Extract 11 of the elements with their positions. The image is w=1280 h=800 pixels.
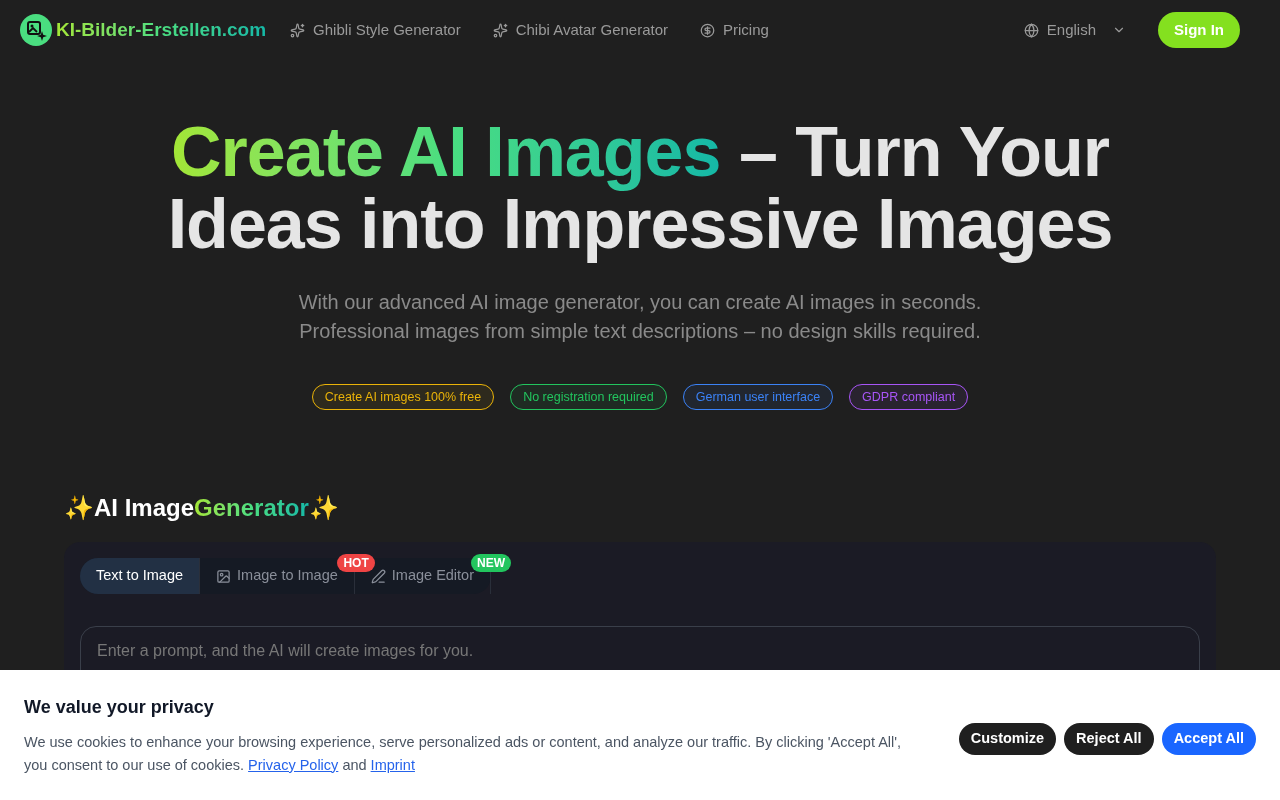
- cookie-text: We use cookies to enhance your browsing experience, serve personalized ads or content, and analyze our traffic. By clicking 'Accept All', you consent to our use of cookies. Privacy Policy and Imprint: [24, 732, 903, 775]
- generator-heading: ✨AI ImageGenerator✨: [64, 493, 340, 523]
- hero-subtitle: With our advanced AI image generator, you can create AI images in seconds.: [298, 290, 982, 315]
- tab-badge: HOT: [337, 554, 375, 572]
- tab-badge: NEW: [471, 554, 511, 572]
- feature-tag: German user interface: [682, 384, 834, 410]
- cookie-title: We value your privacy: [24, 695, 215, 719]
- feature-tag: GDPR compliant: [849, 384, 969, 410]
- feature-tag: No registration required: [510, 384, 667, 410]
- feature-tag: Create AI images 100% free: [311, 384, 495, 410]
- hero-subtitle: Professional images from simple text descriptions – no design skills required.: [299, 319, 981, 344]
